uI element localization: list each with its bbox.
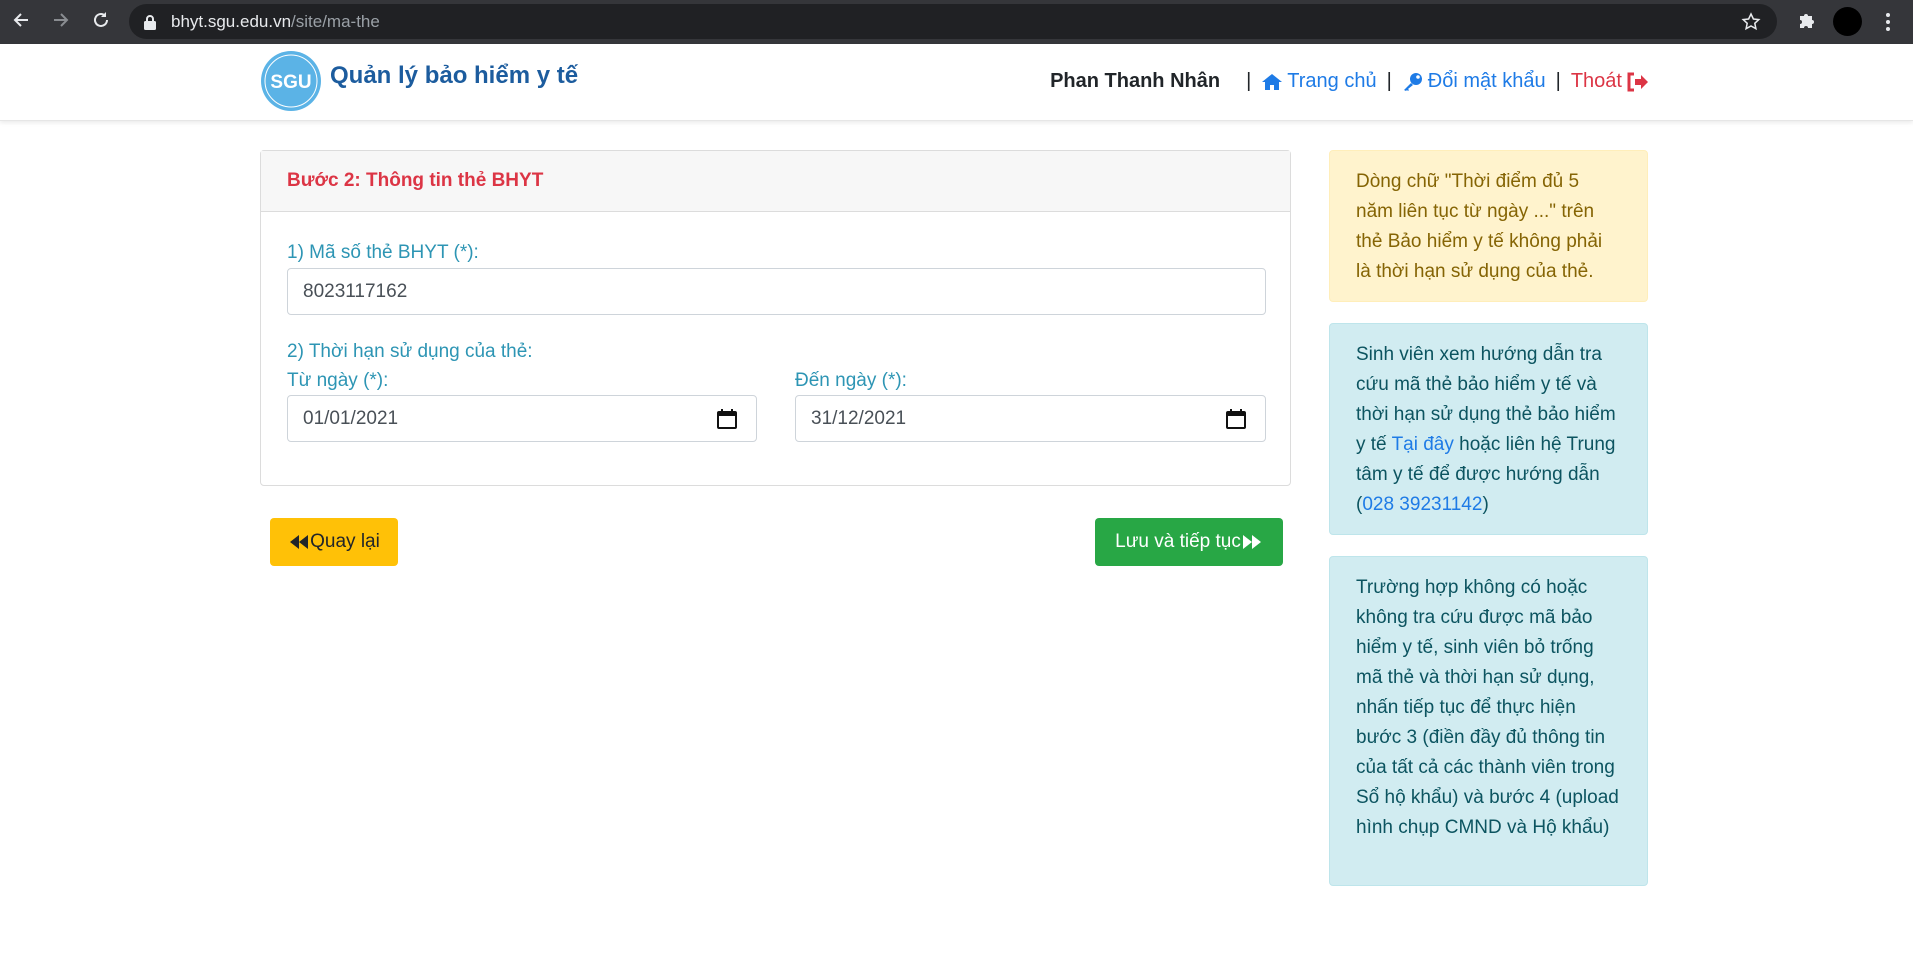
extensions-puzzle-icon[interactable]	[1796, 10, 1818, 32]
reload-icon[interactable]	[90, 9, 112, 31]
nav-separator: |	[1246, 70, 1252, 92]
home-link[interactable]: Trang chủ	[1261, 70, 1377, 93]
save-continue-button[interactable]: Lưu và tiếp tục	[1095, 518, 1283, 566]
warning-alert: Dòng chữ "Thời điểm đủ 5 năm liên tục từ…	[1329, 150, 1648, 302]
info-alert-no-card: Trường hợp không có hoặc không tra cứu đ…	[1329, 556, 1648, 886]
key-icon	[1403, 72, 1422, 91]
back-button[interactable]: Quay lại	[270, 518, 398, 566]
bookmark-star-icon[interactable]	[1741, 12, 1761, 32]
site-title[interactable]: Quản lý bảo hiểm y tế	[330, 62, 578, 90]
card-header: Bước 2: Thông tin thẻ BHYT	[261, 151, 1290, 212]
lock-icon	[144, 15, 156, 30]
to-date-label: Đến ngày (*):	[795, 370, 907, 391]
address-bar[interactable]: bhyt.sgu.edu.vn/site/ma-the	[129, 4, 1777, 39]
card-title: Bước 2: Thông tin thẻ BHYT	[287, 170, 544, 191]
to-date-input[interactable]: 31/12/2021	[795, 395, 1266, 442]
sign-out-icon	[1627, 72, 1648, 91]
site-header: SGU Quản lý bảo hiểm y tế Phan Thanh Nhâ…	[0, 44, 1913, 121]
guide-link[interactable]: Tại đây	[1392, 434, 1454, 455]
fast-backward-icon	[290, 535, 309, 549]
home-icon	[1262, 73, 1283, 90]
back-arrow-icon[interactable]	[10, 9, 32, 31]
warning-text: Dòng chữ "Thời điểm đủ 5 năm liên tục từ…	[1356, 171, 1603, 282]
nav-separator: |	[1386, 70, 1392, 92]
info-text: Trường hợp không có hoặc không tra cứu đ…	[1356, 577, 1619, 838]
fast-forward-icon	[1242, 535, 1261, 549]
from-date-input[interactable]: 01/01/2021	[287, 395, 757, 442]
calendar-icon[interactable]	[1225, 408, 1247, 430]
url-text: bhyt.sgu.edu.vn/site/ma-the	[171, 12, 380, 31]
phone-link[interactable]: 028 39231142	[1362, 494, 1482, 515]
profile-avatar[interactable]	[1833, 7, 1862, 36]
user-name: Phan Thanh Nhân	[1050, 70, 1221, 92]
more-menu-icon[interactable]	[1878, 11, 1898, 33]
validity-label: 2) Thời hạn sử dụng của thẻ:	[287, 341, 533, 362]
info-alert-guide: Sinh viên xem hướng dẫn tra cứu mã thẻ b…	[1329, 323, 1648, 535]
top-nav: Phan Thanh Nhân | Trang chủ | Đổi mật kh…	[1050, 70, 1648, 93]
logout-link[interactable]: Thoát	[1571, 70, 1648, 93]
forward-arrow-icon[interactable]	[50, 9, 72, 31]
browser-toolbar: bhyt.sgu.edu.vn/site/ma-the	[0, 0, 1913, 44]
change-password-link[interactable]: Đổi mật khẩu	[1402, 70, 1546, 93]
bhyt-info-card: Bước 2: Thông tin thẻ BHYT 1) Mã số thẻ …	[260, 150, 1291, 486]
card-number-input[interactable]: 8023117162	[287, 268, 1266, 315]
sgu-logo[interactable]: SGU	[260, 50, 322, 112]
svg-text:SGU: SGU	[270, 72, 311, 93]
info-text: )	[1482, 494, 1489, 515]
nav-separator: |	[1555, 70, 1561, 92]
calendar-icon[interactable]	[716, 408, 738, 430]
card-number-label: 1) Mã số thẻ BHYT (*):	[287, 242, 479, 263]
from-date-label: Từ ngày (*):	[287, 370, 389, 391]
